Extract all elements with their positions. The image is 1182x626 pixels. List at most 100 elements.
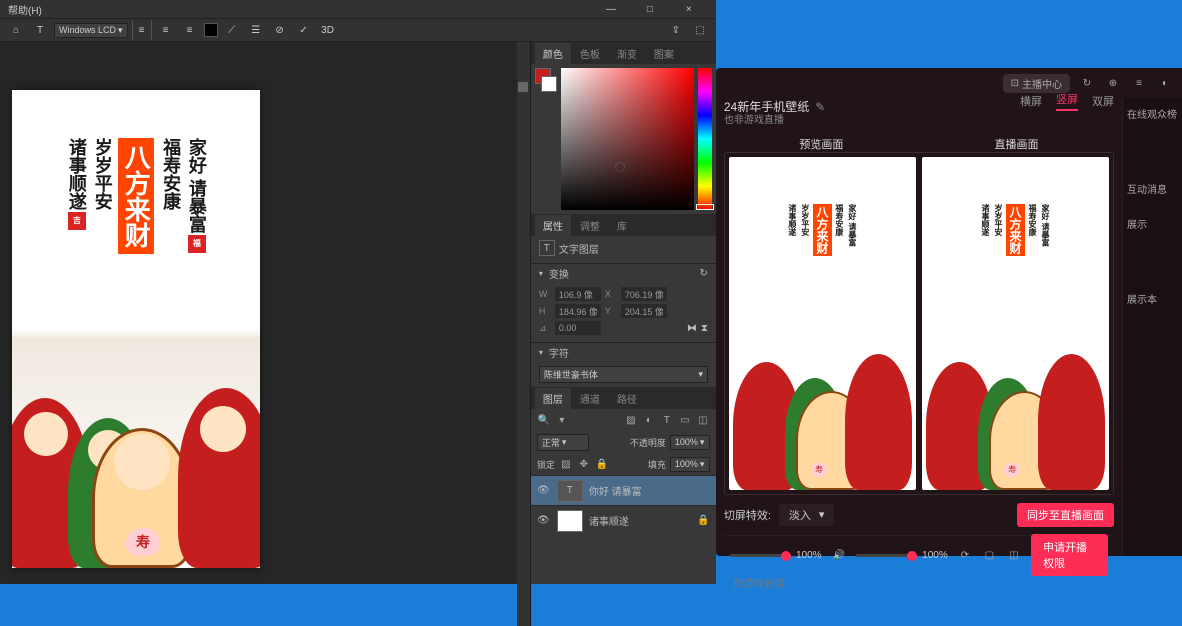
antialias-dropdown[interactable]: Windows LCD▾ [54, 23, 128, 38]
visibility-icon[interactable]: 👁 [537, 485, 551, 496]
calli-col-1: 诸事顺遂吉 [66, 138, 86, 254]
paragraph-icon[interactable]: ☰ [246, 20, 266, 40]
document-canvas[interactable]: 诸事顺遂吉 岁岁平安 八方来财 福寿安康 家好 请暴富福 [12, 90, 260, 568]
filter-type-icon[interactable]: T [660, 413, 674, 427]
camera-icon[interactable]: ◫ [1007, 546, 1021, 564]
layer-item-1[interactable]: 👁 T 你好 请暴富 [531, 475, 716, 505]
reset-icon[interactable]: ↻ [699, 268, 707, 279]
panel-dock-icon[interactable] [518, 82, 528, 92]
share-icon[interactable]: ⇪ [666, 20, 686, 40]
menu-help[interactable]: 帮助(H) [8, 2, 42, 17]
search-icon[interactable]: ⬚ [690, 20, 710, 40]
filter-image-icon[interactable]: ▨ [624, 413, 638, 427]
height-input[interactable] [555, 304, 601, 318]
cancel-icon[interactable]: ⊘ [270, 20, 290, 40]
filter-dropdown[interactable]: ▾ [555, 413, 569, 427]
ps-main-area: 诸事顺遂吉 岁岁平安 八方来财 福寿安康 家好 请暴富福 [0, 42, 716, 584]
text-tool-icon[interactable]: T [30, 20, 50, 40]
layer-type-label: 文字图层 [559, 241, 599, 256]
color-picker [531, 64, 716, 214]
home-icon[interactable]: ⌂ [6, 20, 26, 40]
text-color-swatch[interactable] [204, 23, 218, 37]
host-center-button[interactable]: ⊡ 主播中心 [1003, 74, 1070, 93]
lock-all-icon[interactable]: 🔒 [595, 457, 609, 471]
sync-button[interactable]: 同步至直播画面 [1017, 503, 1114, 527]
chevron-down-icon: ▾ [539, 348, 543, 357]
align-right-icon[interactable]: ≡ [180, 20, 200, 40]
filter-shape-icon[interactable]: ▭ [678, 413, 692, 427]
tab-layers[interactable]: 图层 [535, 388, 571, 409]
angle-icon: ⊿ [539, 323, 551, 334]
visibility-icon[interactable]: 👁 [537, 515, 551, 526]
live-screen[interactable]: 诸事顺遂 岁岁平安 八方来财 福寿安康 家好 请暴富 寿 [922, 157, 1109, 490]
tab-properties[interactable]: 属性 [535, 215, 571, 236]
minimize-button[interactable]: — [592, 0, 630, 18]
tab-portrait[interactable]: 竖屏 [1056, 91, 1078, 111]
preview-screen[interactable]: 诸事顺遂 岁岁平安 八方来财 福寿安康 家好 请暴富 寿 [729, 157, 916, 490]
align-center-icon[interactable]: ≡ [156, 20, 176, 40]
lock-pixels-icon[interactable]: ▨ [559, 457, 573, 471]
close-button[interactable]: × [670, 0, 708, 18]
tab-paths[interactable]: 路径 [609, 388, 645, 409]
character-header[interactable]: ▾ 字符 [531, 342, 716, 362]
align-left-icon[interactable]: ≡ [132, 20, 152, 40]
angle-input[interactable] [555, 321, 601, 335]
commit-icon[interactable]: ✓ [294, 20, 314, 40]
filter-smart-icon[interactable]: ◫ [696, 413, 710, 427]
fill-input[interactable]: 100%▾ [670, 457, 710, 472]
warp-text-icon[interactable]: ⟋ [222, 20, 242, 40]
filter-adjust-icon[interactable]: ◐ [642, 413, 656, 427]
show-label-2[interactable]: 展示本 [1127, 291, 1178, 306]
volume-icon[interactable]: 🔊 [832, 546, 846, 564]
x-input[interactable] [621, 287, 667, 301]
tab-color[interactable]: 颜色 [535, 43, 571, 64]
sync-icon[interactable]: ⟳ [958, 546, 972, 564]
screen-icon[interactable]: ▢ [982, 546, 996, 564]
tab-adjustments[interactable]: 调整 [572, 215, 608, 236]
monitor-icon: ⊡ [1011, 78, 1019, 89]
canvas-area[interactable]: 诸事顺遂吉 岁岁平安 八方来财 福寿安康 家好 请暴富福 [0, 42, 530, 584]
zoom-slider-1[interactable] [730, 554, 786, 557]
menu-icon[interactable]: ≡ [1130, 74, 1148, 92]
tab-swatches[interactable]: 色板 [572, 43, 608, 64]
settings-icon[interactable]: ⊕ [1104, 74, 1122, 92]
transform-header[interactable]: ▾ 变换 ↻ [531, 263, 716, 283]
layer-item-2[interactable]: 👁 诸事顺遂 🔒 [531, 505, 716, 535]
refresh-icon[interactable]: ↻ [1078, 74, 1096, 92]
hue-slider[interactable] [698, 68, 712, 210]
3d-button[interactable]: 3D [318, 20, 338, 40]
interact-label[interactable]: 互动消息 [1127, 181, 1178, 196]
opacity-input[interactable]: 100%▾ [670, 435, 710, 450]
color-field[interactable] [561, 68, 694, 210]
tab-gradients[interactable]: 渐变 [609, 43, 645, 64]
layer-name: 诸事顺遂 [589, 513, 629, 528]
tab-channels[interactable]: 通道 [572, 388, 608, 409]
start-stream-button[interactable]: 申请开播权限 [1031, 534, 1108, 576]
flip-h-icon[interactable]: ⧓ [687, 323, 697, 334]
tab-landscape[interactable]: 横屏 [1020, 93, 1042, 109]
effect-dropdown[interactable]: 淡入▾ [779, 504, 835, 526]
tab-libraries[interactable]: 库 [609, 215, 635, 236]
zoom-slider-2[interactable] [856, 554, 912, 557]
font-dropdown[interactable]: 陈维世豪书体▾ [539, 366, 708, 383]
y-input[interactable] [621, 304, 667, 318]
width-input[interactable] [555, 287, 601, 301]
tab-dual[interactable]: 双屏 [1092, 93, 1114, 109]
background-swatch[interactable] [541, 76, 557, 92]
audience-label[interactable]: 在线观众榜 [1127, 106, 1178, 121]
flip-v-icon[interactable]: ⧗ [701, 323, 708, 334]
hue-handle[interactable] [696, 204, 714, 210]
lock-position-icon[interactable]: ✥ [577, 457, 591, 471]
zoom-value-2: 100% [922, 550, 948, 561]
maximize-button[interactable]: □ [631, 0, 669, 18]
color-cursor[interactable] [615, 162, 625, 172]
stream-subtitle: 也非游戏直播 [724, 111, 1114, 126]
blend-mode-dropdown[interactable]: 正常▾ [537, 434, 589, 451]
user-icon[interactable]: ◐ [1156, 74, 1174, 92]
lock-icon[interactable]: 🔒 [697, 515, 709, 526]
show-label-1[interactable]: 展示 [1127, 216, 1178, 231]
search-icon[interactable]: 🔍 [537, 413, 551, 427]
character-body: 陈维世豪书体▾ [531, 362, 716, 387]
tab-patterns[interactable]: 图案 [646, 43, 682, 64]
zoom-value-1: 100% [796, 550, 822, 561]
